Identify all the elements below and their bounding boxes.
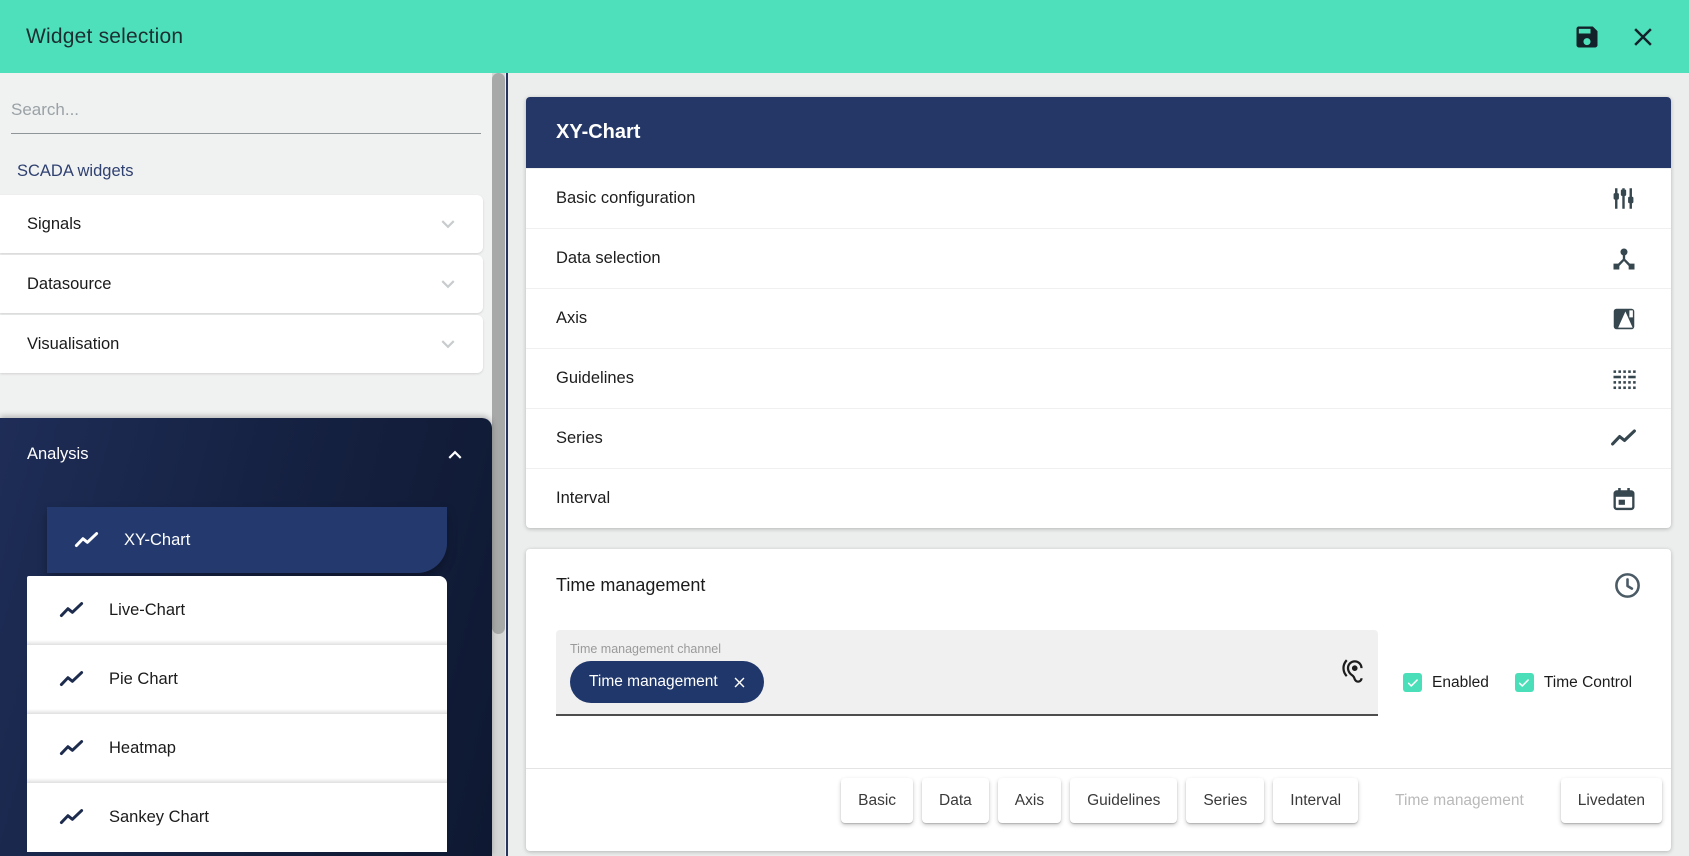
sidebar-item-label: Pie Chart	[109, 670, 178, 689]
line-chart-icon	[1609, 424, 1638, 453]
chevron-up-icon	[442, 442, 468, 468]
accordion-datasource[interactable]: Datasource	[0, 255, 483, 313]
sidebar-item-live-chart[interactable]: Live-Chart	[27, 576, 447, 645]
sidebar-item-xy-chart-selected[interactable]: XY-Chart	[47, 507, 447, 573]
save-icon	[1573, 23, 1601, 51]
chevron-down-icon	[435, 211, 461, 237]
sidebar-item-label: XY-Chart	[124, 531, 190, 550]
xy-chart-config-card: XY-Chart Basic configuration Data select…	[526, 97, 1671, 528]
chip-label: Time management	[589, 673, 718, 691]
line-chart-icon	[58, 597, 85, 624]
line-chart-icon	[58, 735, 85, 762]
section-series[interactable]: Series	[526, 408, 1671, 468]
device-hub-icon	[1610, 245, 1638, 273]
footer-button-guidelines[interactable]: Guidelines	[1070, 778, 1177, 823]
section-basic-configuration[interactable]: Basic configuration	[526, 168, 1671, 228]
checkbox-label: Enabled	[1432, 674, 1489, 692]
pane-divider	[506, 73, 508, 856]
widget-accordion-group: Signals Datasource Visualisation	[0, 195, 483, 373]
dialog-titlebar: Widget selection	[0, 0, 1689, 73]
section-label: Data selection	[556, 249, 661, 268]
section-label: Interval	[556, 489, 610, 508]
sidebar-item-sankey-chart[interactable]: Sankey Chart	[27, 783, 447, 852]
widget-sidebar: SCADA widgets Signals Datasource Visuali…	[0, 73, 492, 856]
field-label: Time management channel	[570, 642, 721, 656]
section-label: Axis	[556, 309, 587, 328]
section-data-selection[interactable]: Data selection	[526, 228, 1671, 288]
section-interval[interactable]: Interval	[526, 468, 1671, 528]
sidebar-scrollbar-thumb[interactable]	[492, 73, 505, 634]
accordion-signals[interactable]: Signals	[0, 195, 483, 253]
time-management-card: Time management Time management channel …	[526, 549, 1671, 851]
accordion-label: Analysis	[27, 445, 442, 464]
footer-button-series[interactable]: Series	[1186, 778, 1264, 823]
sidebar-item-label: Heatmap	[109, 739, 176, 758]
time-management-title: Time management	[556, 575, 705, 596]
sidebar-item-label: Sankey Chart	[109, 808, 209, 827]
line-chart-icon	[58, 666, 85, 693]
checkbox-checked-icon	[1403, 673, 1422, 692]
footer-button-axis[interactable]: Axis	[998, 778, 1061, 823]
accordion-analysis-panel: Analysis XY-Chart Live-Chart Pie Chart H…	[0, 418, 492, 856]
sidebar-group-label: SCADA widgets	[17, 162, 492, 181]
chart-type-list: Live-Chart Pie Chart Heatmap Sankey Char…	[27, 576, 447, 852]
time-management-options: Enabled Time Control	[1403, 673, 1632, 692]
accordion-analysis-header[interactable]: Analysis	[0, 418, 492, 491]
search-input[interactable]	[11, 73, 481, 134]
calendar-icon	[1610, 485, 1638, 513]
footer-button-livedaten[interactable]: Livedaten	[1561, 778, 1662, 823]
axis-image-icon	[1610, 305, 1638, 333]
config-card-header: XY-Chart	[526, 97, 1671, 168]
section-axis[interactable]: Axis	[526, 288, 1671, 348]
accordion-label: Signals	[27, 215, 435, 234]
section-label: Guidelines	[556, 369, 634, 388]
footer-button-basic[interactable]: Basic	[841, 778, 913, 823]
close-icon	[1628, 22, 1658, 52]
sidebar-item-heatmap[interactable]: Heatmap	[27, 714, 447, 783]
sidebar-item-pie-chart[interactable]: Pie Chart	[27, 645, 447, 714]
accordion-visualisation[interactable]: Visualisation	[0, 315, 483, 373]
sidebar-item-label: Live-Chart	[109, 601, 185, 620]
tune-sliders-icon	[1609, 184, 1638, 213]
checkbox-time-control[interactable]: Time Control	[1515, 673, 1632, 692]
titlebar-actions	[1571, 21, 1659, 53]
accordion-label: Visualisation	[27, 335, 435, 354]
section-guidelines[interactable]: Guidelines	[526, 348, 1671, 408]
footer-button-bar: Basic Data Axis Guidelines Series Interv…	[526, 769, 1671, 851]
chip-remove-button[interactable]	[731, 674, 748, 691]
footer-button-data[interactable]: Data	[922, 778, 989, 823]
time-management-chip[interactable]: Time management	[570, 661, 764, 703]
save-button[interactable]	[1571, 21, 1603, 53]
chevron-down-icon	[435, 271, 461, 297]
close-button[interactable]	[1627, 21, 1659, 53]
section-label: Basic configuration	[556, 189, 695, 208]
line-chart-icon	[58, 804, 85, 831]
clock-icon	[1612, 570, 1643, 601]
dialog-title: Widget selection	[26, 25, 183, 49]
time-management-channel-field[interactable]: Time management channel Time management	[556, 630, 1378, 716]
checkbox-enabled[interactable]: Enabled	[1403, 673, 1489, 692]
section-label: Series	[556, 429, 603, 448]
search-field-wrap	[0, 73, 492, 134]
footer-button-time-management-disabled: Time management	[1367, 778, 1552, 823]
chevron-down-icon	[435, 331, 461, 357]
hearing-icon[interactable]	[1339, 658, 1366, 685]
footer-button-interval[interactable]: Interval	[1273, 778, 1358, 823]
line-chart-icon	[73, 527, 100, 554]
accordion-label: Datasource	[27, 275, 435, 294]
dotted-grid-icon	[1610, 365, 1638, 393]
config-card-title: XY-Chart	[556, 121, 640, 144]
checkbox-label: Time Control	[1544, 674, 1632, 692]
close-icon	[731, 674, 748, 691]
checkbox-checked-icon	[1515, 673, 1534, 692]
